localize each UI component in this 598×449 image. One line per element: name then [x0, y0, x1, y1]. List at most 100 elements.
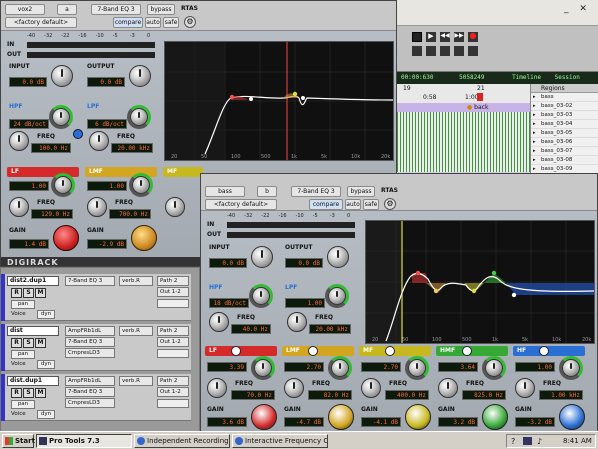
track-solo-button[interactable]: S [23, 288, 34, 298]
plugin1-lpf-freq-knob[interactable] [89, 131, 109, 151]
region-item[interactable]: ▸ bass_03-05 [531, 129, 598, 138]
plugin1-lf-freq-knob[interactable] [9, 197, 29, 217]
track-pan-control[interactable]: pan [11, 400, 35, 409]
track-insert[interactable]: 7-Band EQ 3 [65, 276, 115, 286]
rewind-button[interactable]: ◀◀ [440, 32, 450, 42]
plugin1-track-selector[interactable]: vox2 [5, 4, 45, 15]
plugin1-lf-gain-knob[interactable] [53, 225, 79, 251]
play-button[interactable]: ▶ [426, 32, 436, 42]
plugin1-lf-q-knob[interactable] [54, 176, 72, 194]
plugin1-output-knob[interactable] [129, 65, 151, 87]
plugin2-band-q[interactable]: 1.00 [515, 362, 555, 372]
plugin1-hpf-freq[interactable]: 100.0 Hz [31, 143, 71, 153]
region-item[interactable]: ▸ bass [531, 93, 598, 102]
plugin2-band-q-knob[interactable] [254, 359, 272, 377]
plugin1-lmf-q-knob[interactable] [132, 176, 150, 194]
plugin2-input-value[interactable]: 0.0 dB [209, 258, 247, 268]
plugin1-lf-gain[interactable]: 1.4 dB [9, 239, 49, 249]
plugin2-band-freq[interactable]: 400.0 Hz [385, 390, 429, 400]
plugin2-input-knob[interactable] [251, 246, 273, 268]
plugin1-input-value[interactable]: 0.0 dB [9, 77, 47, 87]
plugin2-track-selector[interactable]: bass [205, 186, 245, 197]
plugin2-slot-selector[interactable]: b [257, 186, 277, 197]
track-mute-button[interactable]: M [35, 338, 46, 348]
plugin2-plugin-selector[interactable]: 7-Band EQ 3 [291, 186, 341, 197]
region-expand-icon[interactable]: ▸ [533, 156, 536, 165]
plugin2-hpf-slope-knob[interactable] [252, 287, 270, 305]
region-item[interactable]: ▸ bass_03-02 [531, 102, 598, 111]
plugin2-band-freq[interactable]: 82.0 Hz [308, 390, 352, 400]
region-expand-icon[interactable]: ▸ [533, 147, 536, 156]
track-output[interactable]: Out 1-2 [157, 337, 189, 347]
track-mute-button[interactable]: M [35, 288, 46, 298]
plugin2-hpf-slope[interactable]: 18 dB/oct [209, 298, 249, 308]
plugin2-band-freq[interactable]: 1.00 kHz [539, 390, 583, 400]
plugin2-band-freq-knob[interactable] [284, 378, 304, 398]
plugin2-lpf-freq[interactable]: 20.00 kHz [309, 324, 351, 334]
plugin2-band-freq-knob[interactable] [207, 378, 227, 398]
plugin2-band-freq[interactable]: 825.0 Hz [462, 390, 506, 400]
fast-forward-button[interactable]: ▶▶ [454, 32, 464, 42]
plugin2-band-gain[interactable]: -3.2 dB [515, 417, 555, 427]
track-insert[interactable]: CmpresLD3 [65, 398, 115, 408]
track-send[interactable]: verb.R [119, 376, 153, 386]
plugin1-lf-q[interactable]: 1.00 [9, 181, 49, 191]
plugin1-settings-icon[interactable]: ⚙ [184, 16, 196, 28]
plugin2-band-enable-icon[interactable] [539, 346, 549, 356]
track-insert[interactable]: CmpresLD3 [65, 348, 115, 358]
region-expand-icon[interactable]: ▸ [533, 111, 536, 120]
nudge-forward-button[interactable] [454, 46, 464, 56]
plugin1-lpf-slope[interactable]: 6 dB/oct [87, 119, 127, 129]
plugin1-preset-menu[interactable]: <factory default> [5, 17, 77, 28]
online-button[interactable] [412, 46, 422, 56]
track-name[interactable]: dist [7, 326, 59, 336]
plugin2-band-enable-icon[interactable] [385, 346, 395, 356]
region-item[interactable]: ▸ bass_03-04 [531, 120, 598, 129]
track-output[interactable]: Out 1-2 [157, 287, 189, 297]
plugin2-band-gain-knob[interactable] [482, 404, 508, 430]
track-insert[interactable]: 7-Band EQ 3 [65, 387, 115, 397]
region-expand-icon[interactable]: ▸ [533, 102, 536, 111]
plugin2-band-q[interactable]: 2.70 [361, 362, 401, 372]
plugin2-band-q-knob[interactable] [408, 359, 426, 377]
network-icon[interactable] [523, 437, 532, 445]
track-solo-button[interactable]: S [23, 388, 34, 398]
plugin2-band-gain-knob[interactable] [251, 404, 277, 430]
plugin1-hpf-in-icon[interactable] [73, 129, 83, 139]
track-dyn-button[interactable]: dyn [37, 360, 55, 369]
region-expand-icon[interactable]: ▸ [533, 93, 536, 102]
plugin2-band-gain-knob[interactable] [328, 404, 354, 430]
plugin2-band-freq[interactable]: 70.0 Hz [231, 390, 275, 400]
plugin1-compare-button[interactable]: compare [113, 17, 143, 28]
taskbar-item-protools[interactable]: Pro Tools 7.3 [36, 434, 132, 448]
plugin2-band-gain[interactable]: 3.2 dB [438, 417, 478, 427]
plugin1-hpf-freq-knob[interactable] [9, 131, 29, 151]
track-pan-control[interactable]: pan [11, 350, 35, 359]
track-solo-button[interactable]: S [23, 338, 34, 348]
plugin2-band-q-knob[interactable] [331, 359, 349, 377]
plugin1-input-knob[interactable] [51, 65, 73, 87]
waveform-area[interactable] [395, 112, 530, 172]
plugin2-lpf-q[interactable]: 1.00 [285, 298, 325, 308]
plugin2-settings-icon[interactable]: ⚙ [384, 198, 396, 210]
plugin2-band-q[interactable]: 3.64 [438, 362, 478, 372]
plugin2-band-enable-icon[interactable] [308, 346, 318, 356]
plugin2-safe-button[interactable]: safe [363, 199, 379, 210]
region-item[interactable]: ▸ bass_03-08 [531, 156, 598, 165]
plugin2-band-gain[interactable]: -4.1 dB [361, 417, 401, 427]
track-name[interactable]: dist.dup1 [7, 376, 59, 386]
plugin1-eq-graph[interactable]: 20 50 100 500 1k 5k 10k 20k [164, 41, 394, 161]
plugin1-bypass-button[interactable]: bypass [147, 4, 175, 15]
plugin1-lpf-slope-knob[interactable] [130, 108, 148, 126]
plugin1-safe-button[interactable]: safe [163, 17, 179, 28]
close-icon[interactable]: ✕ [579, 4, 587, 14]
taskbar-item-browser-2[interactable]: Interactive Frequency C... [232, 434, 328, 448]
track-insert[interactable]: 7-Band EQ 3 [65, 337, 115, 347]
region-bar[interactable]: ● back [395, 103, 530, 112]
plugin2-eq-graph[interactable]: 20 50 100 500 1k 5k 10k 20k [365, 220, 595, 344]
track-send[interactable]: verb.R [119, 276, 153, 286]
plugin1-lmf-freq-knob[interactable] [87, 197, 107, 217]
taskbar-item-browser-1[interactable]: Independent Recording ... [134, 434, 230, 448]
plugin1-hpf-slope[interactable]: 24 dB/oct [9, 119, 49, 129]
plugin2-band-q[interactable]: 3.39 [207, 362, 247, 372]
